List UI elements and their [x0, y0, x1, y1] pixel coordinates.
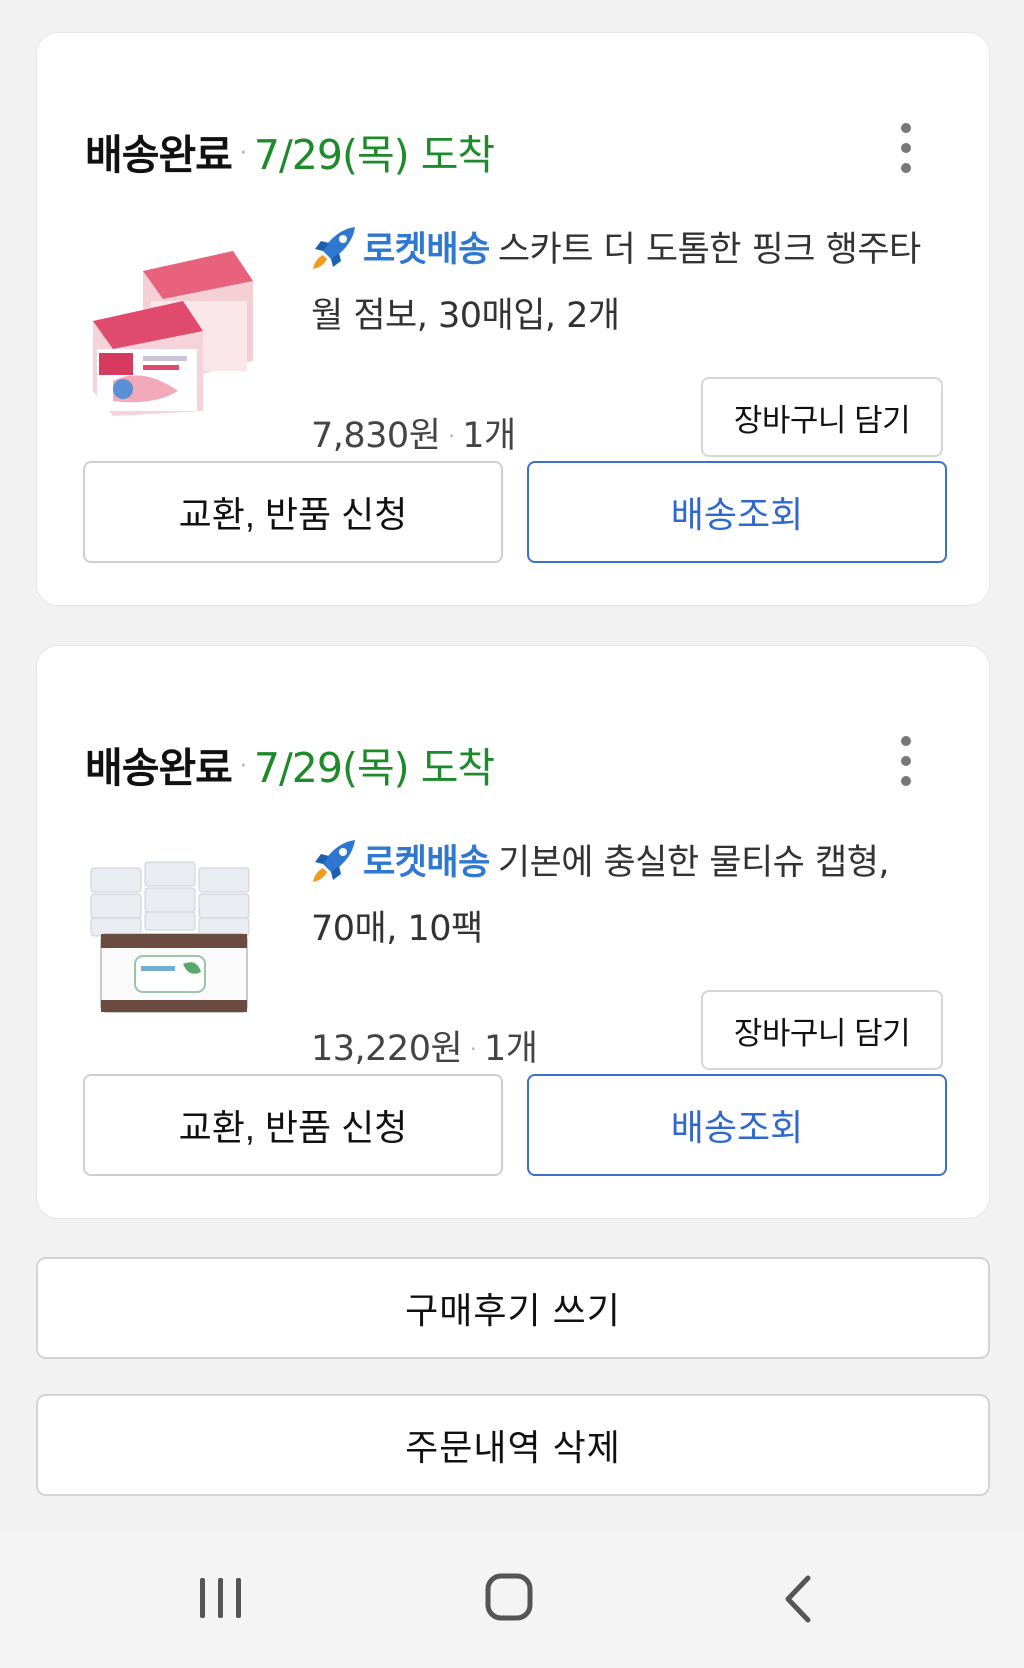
- delete-order-button[interactable]: 주문내역 삭제: [36, 1394, 990, 1496]
- order-status: 배송완료: [85, 744, 233, 792]
- order-header: 배송완료 · 7/29(목) 도착: [85, 121, 495, 181]
- product-quantity: 1개: [484, 1029, 538, 1069]
- arrival-date: 7/29(목) 도착: [253, 744, 495, 792]
- home-icon[interactable]: [484, 1572, 534, 1622]
- more-options-icon[interactable]: [899, 123, 913, 173]
- order-card: 배송완료 · 7/29(목) 도착 로켓배송 기본에 충실한 물티슈 캡형, 7…: [36, 645, 990, 1219]
- more-options-icon[interactable]: [899, 736, 913, 786]
- write-review-button[interactable]: 구매후기 쓰기: [36, 1257, 990, 1359]
- track-delivery-button[interactable]: 배송조회: [527, 1074, 947, 1176]
- rocket-delivery-label: 로켓배송: [363, 230, 490, 270]
- rocket-icon: [313, 227, 355, 269]
- rocket-delivery-label: 로켓배송: [363, 843, 490, 883]
- separator-dot: ·: [239, 140, 247, 166]
- price-row: 7,830원 · 1개: [311, 407, 516, 458]
- separator-dot: ·: [448, 424, 455, 448]
- product-image[interactable]: [83, 241, 261, 419]
- product-title[interactable]: 로켓배송 스카트 더 도톰한 핑크 행주타월 점보, 30매입, 2개: [311, 217, 941, 349]
- recent-apps-icon[interactable]: [196, 1574, 246, 1622]
- system-navigation-bar: [0, 1530, 1024, 1668]
- separator-dot: ·: [470, 1037, 477, 1061]
- price-row: 13,220원 · 1개: [311, 1020, 538, 1071]
- order-header: 배송완료 · 7/29(목) 도착: [85, 734, 495, 794]
- order-card: 배송완료 · 7/29(목) 도착 로켓배송 스카트 더 도톰한 핑크 행주타월 …: [36, 32, 990, 606]
- product-title[interactable]: 로켓배송 기본에 충실한 물티슈 캡형, 70매, 10팩: [311, 830, 941, 962]
- add-to-cart-button[interactable]: 장바구니 담기: [701, 990, 943, 1070]
- order-status: 배송완료: [85, 131, 233, 179]
- add-to-cart-button[interactable]: 장바구니 담기: [701, 377, 943, 457]
- back-icon[interactable]: [780, 1574, 816, 1624]
- exchange-return-button[interactable]: 교환, 반품 신청: [83, 1074, 503, 1176]
- track-delivery-button[interactable]: 배송조회: [527, 461, 947, 563]
- product-image[interactable]: [83, 854, 261, 1032]
- rocket-icon: [313, 840, 355, 882]
- exchange-return-button[interactable]: 교환, 반품 신청: [83, 461, 503, 563]
- separator-dot: ·: [239, 753, 247, 779]
- product-price: 7,830원: [311, 416, 441, 456]
- product-price: 13,220원: [311, 1029, 463, 1069]
- product-quantity: 1개: [462, 416, 516, 456]
- arrival-date: 7/29(목) 도착: [253, 131, 495, 179]
